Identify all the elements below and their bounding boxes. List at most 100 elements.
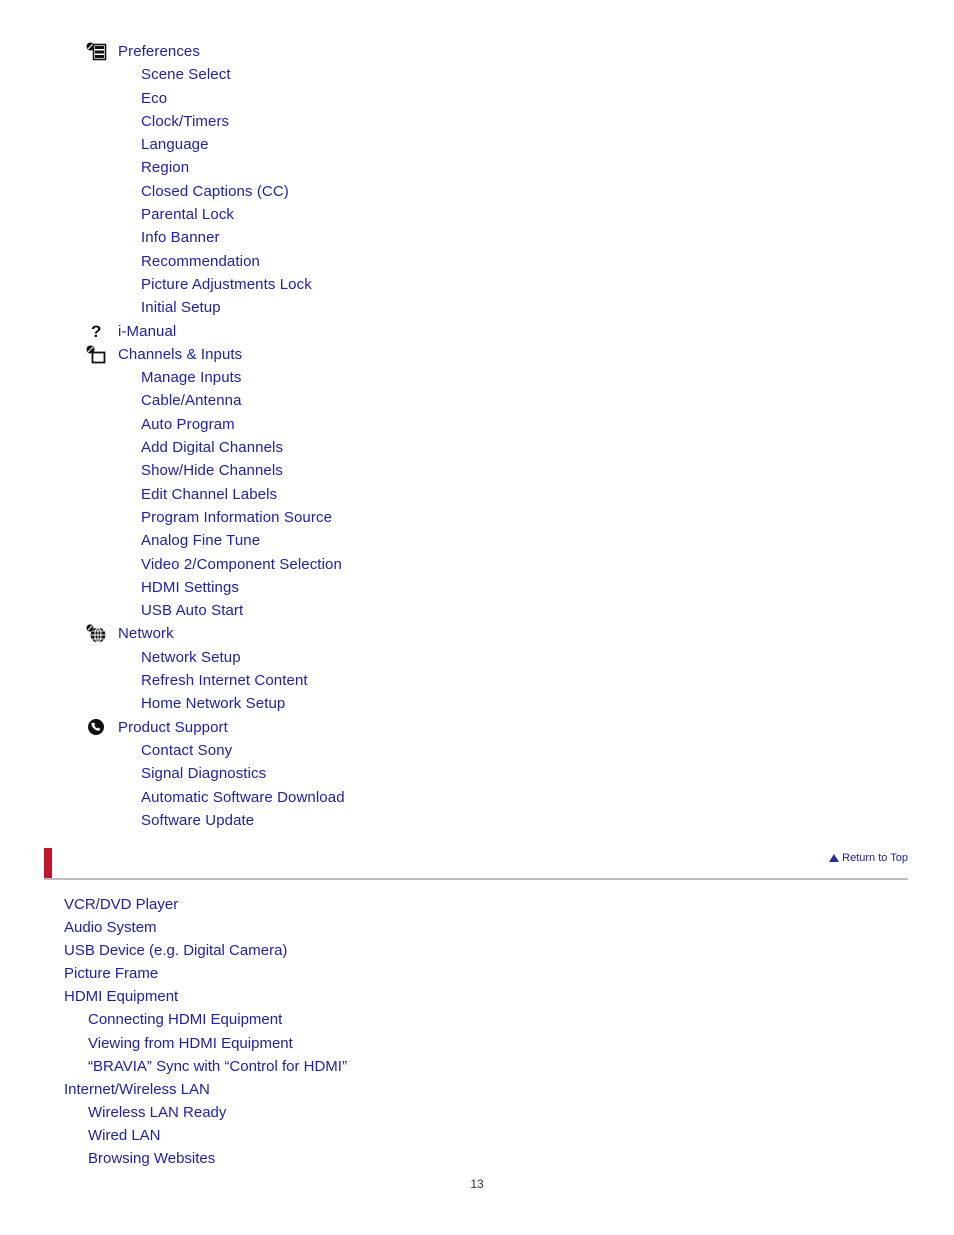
toc-item[interactable]: Signal Diagnostics <box>0 762 954 785</box>
toc-item-label: Cable/Antenna <box>141 392 242 410</box>
toc-item[interactable]: Edit Channel Labels <box>0 483 954 506</box>
toc-group-product-support[interactable]: Product Support <box>0 716 954 739</box>
toc-item-label: Add Digital Channels <box>141 439 284 457</box>
toc-group-channels-inputs[interactable]: Channels & Inputs <box>0 343 954 366</box>
related-topic-label: Wired LAN <box>88 1126 161 1144</box>
toc-group-label: i-Manual <box>118 322 177 340</box>
toc-group-label: Product Support <box>118 718 228 736</box>
related-topic-item[interactable]: VCR/DVD Player <box>0 893 954 916</box>
toc-item-label: Language <box>141 136 209 154</box>
tv-input-icon <box>86 345 108 365</box>
toc-item[interactable]: Home Network Setup <box>0 692 954 715</box>
svg-text:?: ? <box>91 322 101 341</box>
toc-item-label: Automatic Software Download <box>141 788 345 806</box>
toc-group-preferences[interactable]: Preferences <box>0 40 954 63</box>
toc-item[interactable]: Refresh Internet Content <box>0 669 954 692</box>
toc-item-label: Software Update <box>141 811 255 829</box>
related-topic-subitem[interactable]: Browsing Websites <box>0 1147 954 1170</box>
toc-item-label: Recommendation <box>141 252 260 270</box>
toc-item-label: Scene Select <box>141 66 231 84</box>
toc-item[interactable]: Scene Select <box>0 63 954 86</box>
related-topic-subitem[interactable]: Viewing from HDMI Equipment <box>0 1032 954 1055</box>
toc-item[interactable]: HDMI Settings <box>0 576 954 599</box>
toc-group-label: Network <box>118 625 174 643</box>
toc-item[interactable]: Contact Sony <box>0 739 954 762</box>
return-to-top-link[interactable]: Return to Top <box>829 852 908 865</box>
related-topic-label: Connecting HDMI Equipment <box>88 1011 283 1029</box>
toc-item[interactable]: Show/Hide Channels <box>0 459 954 482</box>
phone-icon <box>86 717 108 737</box>
toc-item[interactable]: Clock/Timers <box>0 110 954 133</box>
toc-item-label: Region <box>141 159 190 177</box>
related-topic-subitem[interactable]: Wireless LAN Ready <box>0 1101 954 1124</box>
toc-item[interactable]: Network Setup <box>0 646 954 669</box>
toc-item[interactable]: Video 2/Component Selection <box>0 553 954 576</box>
toc-group-network[interactable]: Network <box>0 622 954 645</box>
accent-bar <box>44 848 52 878</box>
related-topic-subitem[interactable]: “BRAVIA” Sync with “Control for HDMI” <box>0 1055 954 1078</box>
toc-item-label: Analog Fine Tune <box>141 532 261 550</box>
related-topic-label: Audio System <box>64 919 157 937</box>
related-topic-item[interactable]: USB Device (e.g. Digital Camera) <box>0 939 954 962</box>
related-topic-label: Browsing Websites <box>88 1150 216 1168</box>
toc-item[interactable]: Automatic Software Download <box>0 786 954 809</box>
toc-item-label: Parental Lock <box>141 206 235 224</box>
globe-icon <box>86 624 108 644</box>
toc-item[interactable]: Eco <box>0 87 954 110</box>
toc-item[interactable]: Analog Fine Tune <box>0 529 954 552</box>
toc-item[interactable]: Language <box>0 133 954 156</box>
toc-item-label: Signal Diagnostics <box>141 765 267 783</box>
return-to-top-label: Return to Top <box>842 852 908 864</box>
triangle-up-icon <box>829 854 840 862</box>
preferences-list-icon <box>86 42 108 62</box>
related-topic-item[interactable]: Audio System <box>0 916 954 939</box>
related-topic-label: VCR/DVD Player <box>64 896 179 913</box>
related-topic-item[interactable]: Picture Frame <box>0 962 954 985</box>
toc-item-label: Picture Adjustments Lock <box>141 275 312 293</box>
toc-item[interactable]: Parental Lock <box>0 203 954 226</box>
related-topic-subitem[interactable]: Connecting HDMI Equipment <box>0 1008 954 1031</box>
toc-item[interactable]: Program Information Source <box>0 506 954 529</box>
related-topic-item[interactable]: Internet/Wireless LAN <box>0 1078 954 1101</box>
toc-item-label: Edit Channel Labels <box>141 485 278 503</box>
question-mark-icon: ? <box>86 321 108 341</box>
toc-group-label: Preferences <box>118 43 200 60</box>
horizontal-rule <box>44 878 908 880</box>
toc-item-label: USB Auto Start <box>141 602 244 620</box>
toc-item-label: Initial Setup <box>141 299 221 317</box>
related-topic-label: Wireless LAN Ready <box>88 1103 227 1121</box>
toc-item[interactable]: Closed Captions (CC) <box>0 180 954 203</box>
toc-item-label: Program Information Source <box>141 508 333 526</box>
section-divider: Return to Top <box>0 846 954 884</box>
toc-item-label: Home Network Setup <box>141 695 286 713</box>
toc-item[interactable]: Add Digital Channels <box>0 436 954 459</box>
toc-item[interactable]: USB Auto Start <box>0 599 954 622</box>
toc-item[interactable]: Cable/Antenna <box>0 389 954 412</box>
related-topic-subitem[interactable]: Wired LAN <box>0 1124 954 1147</box>
related-topic-label: Viewing from HDMI Equipment <box>88 1034 293 1052</box>
toc-item-label: Show/Hide Channels <box>141 462 283 480</box>
toc-item-label: Network Setup <box>141 648 241 666</box>
toc-item-label: Clock/Timers <box>141 112 230 130</box>
toc-item-label: Closed Captions (CC) <box>141 182 289 200</box>
toc-item[interactable]: Auto Program <box>0 413 954 436</box>
related-topic-label: USB Device (e.g. Digital Camera) <box>64 942 288 960</box>
toc-item[interactable]: Picture Adjustments Lock <box>0 273 954 296</box>
toc-item-label: Contact Sony <box>141 741 233 759</box>
related-topic-label: HDMI Equipment <box>64 988 179 1006</box>
toc-item-label: HDMI Settings <box>141 578 239 596</box>
toc-item-label: Auto Program <box>141 415 235 433</box>
related-topic-label: “BRAVIA” Sync with “Control for HDMI” <box>88 1057 347 1075</box>
table-of-contents: Preferences Scene Select Eco Clock/Timers La… <box>0 40 954 832</box>
toc-group-i-manual[interactable]: ? i-Manual <box>0 320 954 343</box>
toc-item[interactable]: Software Update <box>0 809 954 832</box>
toc-item-label: Refresh Internet Content <box>141 672 308 690</box>
toc-item-label: Manage Inputs <box>141 369 242 387</box>
toc-item-label: Eco <box>141 89 168 107</box>
toc-item[interactable]: Manage Inputs <box>0 366 954 389</box>
toc-item[interactable]: Info Banner <box>0 226 954 249</box>
toc-item[interactable]: Recommendation <box>0 250 954 273</box>
related-topic-item[interactable]: HDMI Equipment <box>0 985 954 1008</box>
toc-item[interactable]: Initial Setup <box>0 296 954 319</box>
toc-item[interactable]: Region <box>0 156 954 179</box>
